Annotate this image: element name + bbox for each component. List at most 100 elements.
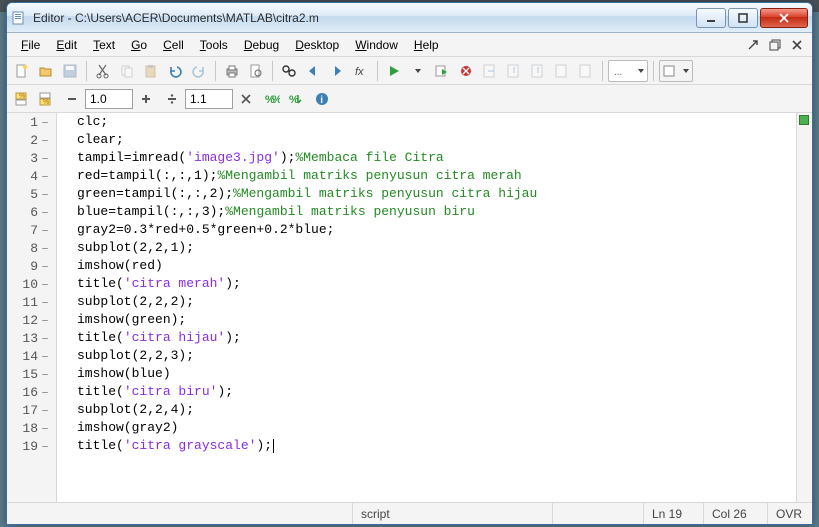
code-line[interactable]: title('citra biru');: [77, 383, 796, 401]
eval-cell-advance-icon[interactable]: %: [285, 88, 307, 110]
code-line[interactable]: blue=tampil(:,:,3);%Mengambil matriks pe…: [77, 203, 796, 221]
code-line[interactable]: subplot(2,2,1);: [77, 239, 796, 257]
menu-debug[interactable]: Debug: [236, 35, 287, 55]
redo-icon[interactable]: [188, 60, 210, 82]
run-icon[interactable]: [383, 60, 405, 82]
close-button[interactable]: [760, 8, 808, 28]
status-col: Col 26: [704, 503, 768, 524]
gutter-row[interactable]: 2–: [7, 131, 56, 149]
gutter-row[interactable]: 16–: [7, 383, 56, 401]
run-dropdown-icon[interactable]: [407, 60, 429, 82]
publish-icon[interactable]: [659, 60, 693, 82]
print-preview-icon[interactable]: [245, 60, 267, 82]
titlebar[interactable]: Editor - C:\Users\ACER\Documents\MATLAB\…: [7, 3, 812, 33]
code-line[interactable]: title('citra merah');: [77, 275, 796, 293]
gutter-row[interactable]: 15–: [7, 365, 56, 383]
divide-icon[interactable]: [161, 88, 183, 110]
eval-cell-icon[interactable]: %%: [261, 88, 283, 110]
code-line[interactable]: subplot(2,2,4);: [77, 401, 796, 419]
undo-icon[interactable]: [164, 60, 186, 82]
nav-forward-icon[interactable]: [326, 60, 348, 82]
code-line[interactable]: green=tampil(:,:,2);%Mengambil matriks p…: [77, 185, 796, 203]
menu-window[interactable]: Window: [347, 35, 406, 55]
code-line[interactable]: imshow(gray2): [77, 419, 796, 437]
code-line[interactable]: gray2=0.3*red+0.5*green+0.2*blue;: [77, 221, 796, 239]
maximize-button[interactable]: [728, 8, 758, 28]
toolbar-separator: [602, 61, 603, 81]
run-advance-icon[interactable]: [431, 60, 453, 82]
code-line[interactable]: title('citra grayscale');: [77, 437, 796, 455]
gutter-row[interactable]: 12–: [7, 311, 56, 329]
continue-icon[interactable]: [551, 60, 573, 82]
svg-text:i: i: [320, 95, 323, 106]
gutter-row[interactable]: 9–: [7, 257, 56, 275]
copy-icon[interactable]: [116, 60, 138, 82]
menu-cell[interactable]: Cell: [155, 35, 192, 55]
menu-go[interactable]: Go: [123, 35, 155, 55]
menu-tools[interactable]: Tools: [192, 35, 236, 55]
line-gutter[interactable]: 1–2–3–4–5–6–7–8–9–10–11–12–13–14–15–16–1…: [7, 113, 57, 502]
gutter-row[interactable]: 1–: [7, 113, 56, 131]
message-strip[interactable]: [796, 113, 812, 502]
gutter-row[interactable]: 13–: [7, 329, 56, 347]
menu-text[interactable]: Text: [85, 35, 123, 55]
code-line[interactable]: subplot(2,2,2);: [77, 293, 796, 311]
gutter-row[interactable]: 18–: [7, 419, 56, 437]
restore-down-icon[interactable]: [766, 37, 784, 53]
save-icon[interactable]: [59, 60, 81, 82]
increment-icon[interactable]: [135, 88, 157, 110]
cell-insert-above-icon[interactable]: %: [11, 88, 33, 110]
function-fx-icon[interactable]: fx: [350, 60, 372, 82]
nav-back-icon[interactable]: [302, 60, 324, 82]
cut-icon[interactable]: [92, 60, 114, 82]
minimize-button[interactable]: [696, 8, 726, 28]
gutter-row[interactable]: 14–: [7, 347, 56, 365]
dock-undock-icon[interactable]: [744, 37, 762, 53]
gutter-row[interactable]: 8–: [7, 239, 56, 257]
gutter-row[interactable]: 10–: [7, 275, 56, 293]
gutter-row[interactable]: 17–: [7, 401, 56, 419]
editor-close-icon[interactable]: [788, 37, 806, 53]
status-empty: [7, 503, 353, 524]
gutter-row[interactable]: 6–: [7, 203, 56, 221]
find-icon[interactable]: [278, 60, 300, 82]
code-line[interactable]: imshow(blue): [77, 365, 796, 383]
gutter-row[interactable]: 11–: [7, 293, 56, 311]
breakpoint-clear-icon[interactable]: [455, 60, 477, 82]
code-line[interactable]: imshow(red): [77, 257, 796, 275]
code-line[interactable]: red=tampil(:,:,1);%Mengambil matriks pen…: [77, 167, 796, 185]
new-file-icon[interactable]: [11, 60, 33, 82]
info-icon[interactable]: i: [311, 88, 333, 110]
cell-toolbar: % % %% % i: [7, 85, 812, 113]
paste-icon[interactable]: [140, 60, 162, 82]
multiply-icon[interactable]: [235, 88, 257, 110]
code-line[interactable]: imshow(green);: [77, 311, 796, 329]
menu-desktop[interactable]: Desktop: [287, 35, 347, 55]
decrement-icon[interactable]: [61, 88, 83, 110]
open-file-icon[interactable]: [35, 60, 57, 82]
step-icon[interactable]: [479, 60, 501, 82]
code-line[interactable]: clear;: [77, 131, 796, 149]
step-out-icon[interactable]: [527, 60, 549, 82]
code-line[interactable]: subplot(2,2,3);: [77, 347, 796, 365]
cell-insert-below-icon[interactable]: %: [35, 88, 57, 110]
increment-value-input[interactable]: [85, 89, 133, 109]
code-editor[interactable]: clc;clear;tampil=imread('image3.jpg');%M…: [57, 113, 796, 502]
gutter-row[interactable]: 5–: [7, 185, 56, 203]
menu-file[interactable]: File: [13, 35, 48, 55]
gutter-row[interactable]: 4–: [7, 167, 56, 185]
multiply-value-input[interactable]: [185, 89, 233, 109]
gutter-row[interactable]: 3–: [7, 149, 56, 167]
code-line[interactable]: tampil=imread('image3.jpg');%Membaca fil…: [77, 149, 796, 167]
gutter-row[interactable]: 19–: [7, 437, 56, 455]
toolbar-separator: [377, 61, 378, 81]
menu-edit[interactable]: Edit: [48, 35, 85, 55]
exit-debug-icon[interactable]: [575, 60, 597, 82]
menu-help[interactable]: Help: [406, 35, 447, 55]
gutter-row[interactable]: 7–: [7, 221, 56, 239]
code-line[interactable]: title('citra hijau');: [77, 329, 796, 347]
print-icon[interactable]: [221, 60, 243, 82]
code-line[interactable]: clc;: [77, 113, 796, 131]
step-in-icon[interactable]: [503, 60, 525, 82]
stack-dropdown[interactable]: ...: [608, 60, 648, 82]
